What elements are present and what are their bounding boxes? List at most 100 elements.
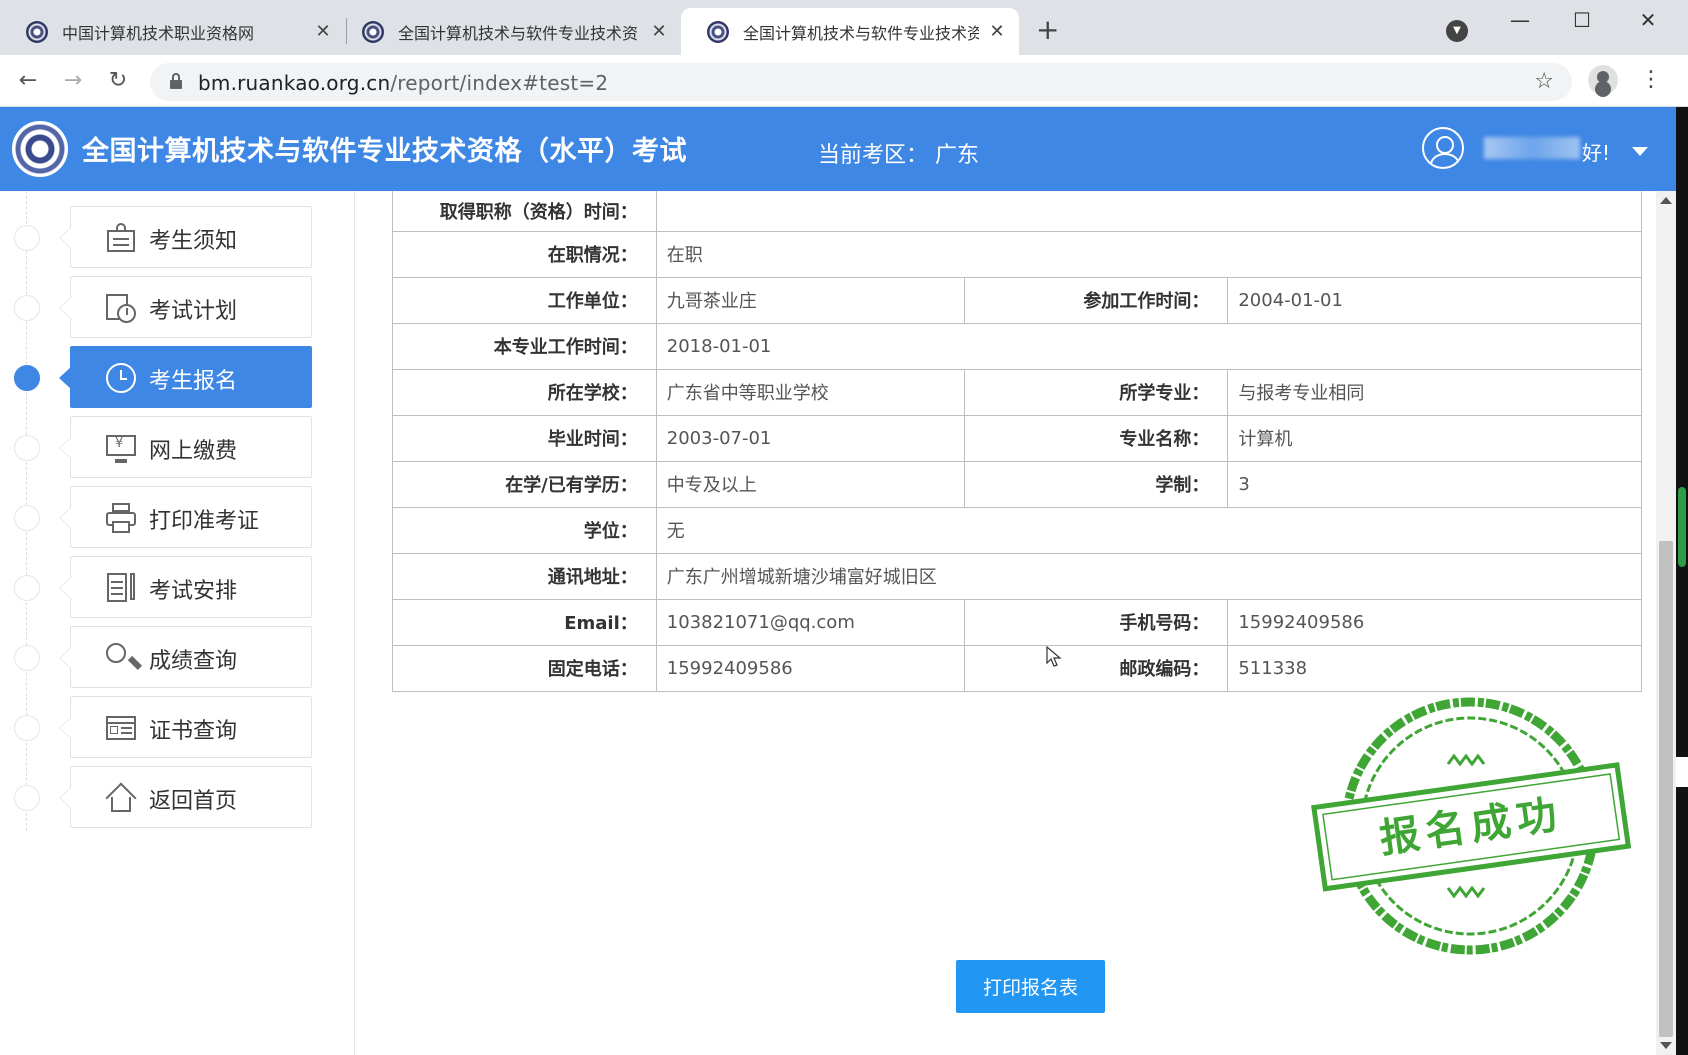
- table-row: Email： 103821071@qq.com 手机号码： 1599240958…: [392, 598, 1642, 646]
- arrow-right-icon[interactable]: →: [57, 65, 89, 97]
- sidebar-item-label: 考试安排: [149, 579, 238, 604]
- kebab-menu-icon[interactable]: ⋮: [1640, 65, 1662, 95]
- field-label: 固定电话：: [392, 644, 657, 692]
- tab-close-icon[interactable]: ✕: [313, 21, 333, 42]
- field-value: [655, 191, 1643, 232]
- field-label: 在学/已有学历：: [392, 460, 657, 508]
- table-row: 工作单位： 九哥茶业庄 参加工作时间： 2004-01-01: [392, 276, 1642, 324]
- timeline-dot: [14, 575, 40, 601]
- table-row: 毕业时间： 2003-07-01 专业名称： 计算机: [392, 414, 1642, 462]
- print-registration-button[interactable]: 打印报名表: [956, 960, 1105, 1013]
- url-text[interactable]: bm.ruankao.org.cn/report/index#test=2: [198, 71, 608, 95]
- field-value: 中专及以上: [655, 460, 965, 508]
- field-label: 取得职称（资格）时间：: [392, 191, 657, 232]
- sidebar-item-exam-arrangement[interactable]: 考试安排: [59, 556, 312, 618]
- sidebar-item-exam-plan[interactable]: 考试计划: [59, 276, 312, 338]
- field-label: 所学专业：: [963, 368, 1229, 416]
- site-favicon-icon: [707, 20, 729, 43]
- page-title: 全国计算机技术与软件专业技术资格（水平）考试: [82, 136, 687, 167]
- field-value: 15992409586: [1227, 598, 1642, 646]
- scroll-up-icon[interactable]: [1660, 197, 1672, 204]
- monitor-yen-icon: ¥: [105, 432, 137, 464]
- maximize-icon[interactable]: ☐: [1554, 4, 1610, 36]
- table-row: 所在学校： 广东省中等职业学校 所学专业： 与报考专业相同: [392, 368, 1642, 416]
- field-label: Email：: [392, 598, 657, 646]
- sidebar-item-score-query[interactable]: 成绩查询: [59, 626, 312, 688]
- address-bar[interactable]: bm.ruankao.org.cn/report/index#test=2 ☆: [150, 63, 1572, 101]
- close-window-icon[interactable]: ✕: [1620, 4, 1676, 36]
- arrow-left-icon[interactable]: ←: [12, 65, 44, 97]
- tab-search-icon[interactable]: ▼: [1446, 20, 1468, 42]
- table-row: 学位： 无: [392, 506, 1643, 554]
- sidebar-item-notice[interactable]: 考生须知: [59, 206, 312, 268]
- scroll-down-icon[interactable]: [1660, 1042, 1672, 1049]
- field-value: 在职: [655, 230, 1643, 278]
- table-row: 在职情况： 在职: [392, 230, 1643, 278]
- browser-tab-1[interactable]: 中国计算机技术职业资格网 ✕: [0, 8, 345, 55]
- field-label: 工作单位：: [392, 276, 657, 324]
- tab-close-icon[interactable]: ✕: [987, 21, 1007, 42]
- sidebar-item-payment[interactable]: ¥ 网上缴费: [59, 416, 312, 478]
- profile-icon[interactable]: [1588, 65, 1618, 95]
- timeline-dot: [14, 645, 40, 671]
- field-value: 3: [1227, 460, 1642, 508]
- registration-success-stamp: 报名成功: [1308, 694, 1634, 958]
- field-label: 学制：: [963, 460, 1229, 508]
- field-value: 广东省中等职业学校: [655, 368, 965, 416]
- site-header: 全国计算机技术与软件专业技术资格（水平）考试 当前考区： 广东 好!: [0, 107, 1678, 191]
- table-row: 本专业工作时间： 2018-01-01: [392, 322, 1643, 370]
- sidebar-item-certificate-query[interactable]: 证书查询: [59, 696, 312, 758]
- home-icon: [105, 782, 137, 814]
- site-favicon-icon: [362, 20, 384, 43]
- field-value: 九哥茶业庄: [655, 276, 965, 324]
- document-pen-icon: [105, 572, 137, 604]
- browser-tab-3-active[interactable]: 全国计算机技术与软件专业技术资 ✕: [681, 8, 1019, 55]
- browser-tab-2[interactable]: 全国计算机技术与软件专业技术资 ✕: [336, 8, 681, 55]
- user-menu-caret-icon[interactable]: [1632, 147, 1648, 156]
- sidebar-item-label: 成绩查询: [149, 649, 238, 674]
- registration-info-table: 取得职称（资格）时间： 在职情况： 在职 工作单位： 九哥茶业庄 参加工作时间：…: [392, 191, 1643, 692]
- field-value: 广东广州增城新塘沙埔富好城旧区: [655, 552, 1643, 600]
- reload-icon[interactable]: ↻: [102, 65, 134, 97]
- site-favicon-icon: [26, 20, 48, 43]
- sidebar-item-label: 考生须知: [149, 229, 238, 254]
- page-scrollbar[interactable]: [1656, 191, 1676, 1055]
- sidebar-item-label: 考试计划: [149, 299, 238, 324]
- sidebar-item-home[interactable]: 返回首页: [59, 766, 312, 828]
- field-value: 与报考专业相同: [1227, 368, 1642, 416]
- user-greeting: 好!: [1582, 141, 1611, 165]
- field-value: 511338: [1227, 644, 1642, 692]
- sidebar-item-label: 证书查询: [149, 719, 238, 744]
- user-avatar-icon[interactable]: [1422, 127, 1464, 169]
- sidebar-item-label: 打印准考证: [149, 509, 260, 534]
- calendar-clock-icon: [105, 292, 137, 324]
- minimize-icon[interactable]: —: [1492, 4, 1548, 36]
- field-value: 2003-07-01: [655, 414, 965, 462]
- browser-tab-bar: 中国计算机技术职业资格网 ✕ 全国计算机技术与软件专业技术资 ✕ 全国计算机技术…: [0, 0, 1688, 55]
- field-value: 计算机: [1227, 414, 1642, 462]
- field-label: 参加工作时间：: [963, 276, 1229, 324]
- timeline-dot: [14, 295, 40, 321]
- sidebar-item-registration[interactable]: 考生报名: [59, 346, 312, 408]
- sidebar-item-print-admission[interactable]: 打印准考证: [59, 486, 312, 548]
- lock-icon[interactable]: [170, 73, 182, 89]
- sidebar-item-label: 网上缴费: [149, 439, 238, 464]
- field-value: 无: [655, 506, 1643, 554]
- printer-icon: [105, 502, 137, 534]
- notice-board-icon: [105, 222, 137, 254]
- timeline-dot-active: [14, 365, 40, 391]
- timeline-dot: [14, 785, 40, 811]
- browser-toolbar: ← → ↻ bm.ruankao.org.cn/report/index#tes…: [0, 55, 1688, 107]
- certificate-icon: [105, 712, 137, 744]
- timeline-dot: [14, 715, 40, 741]
- field-label: 学位：: [392, 506, 657, 554]
- new-tab-plus-icon[interactable]: +: [1036, 16, 1059, 44]
- field-label: 手机号码：: [963, 598, 1229, 646]
- star-icon[interactable]: ☆: [1534, 69, 1554, 94]
- timeline-dot: [14, 225, 40, 251]
- scrollbar-thumb[interactable]: [1659, 541, 1673, 1037]
- tab-title: 全国计算机技术与软件专业技术资: [398, 23, 639, 43]
- tab-title: 全国计算机技术与软件专业技术资: [743, 23, 979, 43]
- tab-close-icon[interactable]: ✕: [649, 21, 669, 42]
- exam-logo-icon: [12, 121, 68, 177]
